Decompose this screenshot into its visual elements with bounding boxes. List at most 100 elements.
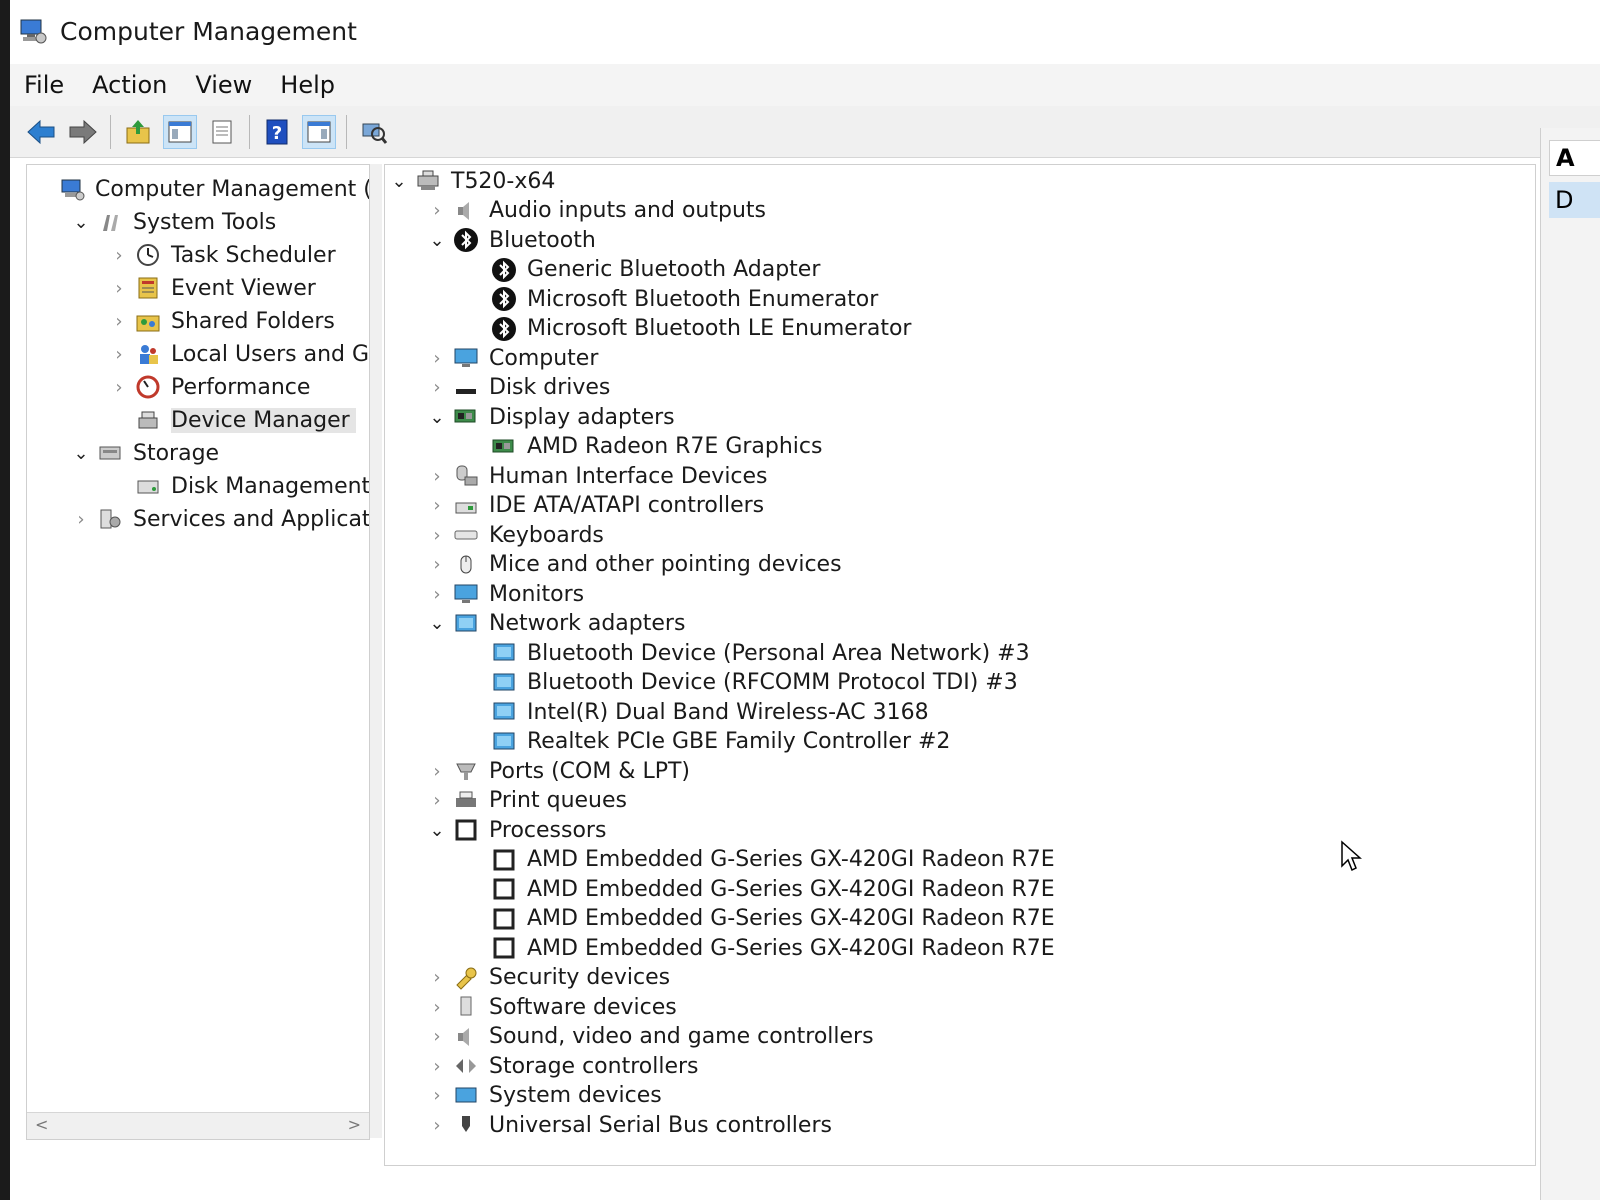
tree-item[interactable]: › Universal Serial Bus controllers — [427, 1109, 832, 1141]
tree-item[interactable]: › Event Viewer — [109, 272, 315, 304]
scroll-right-icon[interactable]: > — [348, 1115, 361, 1134]
chevron-right-icon[interactable]: › — [427, 554, 447, 575]
actions-item-device-manager[interactable]: D — [1549, 182, 1600, 218]
menu-action[interactable]: Action — [78, 71, 181, 99]
tree-item[interactable]: AMD Embedded G-Series GX-420GI Radeon R7… — [465, 844, 1055, 876]
tree-item[interactable]: Microsoft Bluetooth LE Enumerator — [465, 313, 911, 345]
tree-item[interactable]: › Task Scheduler — [109, 239, 335, 271]
chevron-down-icon[interactable]: ⌄ — [427, 613, 447, 634]
up-one-level-button[interactable] — [121, 115, 155, 149]
tree-item[interactable]: › Security devices — [427, 962, 670, 994]
tree-item[interactable]: › Mice and other pointing devices — [427, 549, 841, 581]
scroll-left-icon[interactable]: < — [35, 1115, 48, 1134]
chevron-right-icon[interactable]: › — [427, 1026, 447, 1047]
network-adapter-icon — [491, 640, 517, 666]
show-hide-action-pane-button[interactable] — [302, 114, 336, 149]
tree-item[interactable]: › Computer — [427, 342, 598, 374]
chevron-down-icon[interactable]: ⌄ — [427, 820, 447, 841]
tree-item[interactable]: › Storage controllers — [427, 1050, 698, 1082]
scan-hardware-changes-button[interactable] — [357, 115, 391, 149]
chevron-down-icon[interactable]: ⌄ — [427, 230, 447, 251]
tree-item[interactable]: Disk Management — [109, 470, 369, 502]
tree-item[interactable]: ⌄ T520-x64 — [389, 165, 555, 197]
back-button[interactable] — [24, 115, 58, 149]
forward-button[interactable] — [66, 115, 100, 149]
chevron-down-icon[interactable]: ⌄ — [71, 443, 91, 464]
properties-button[interactable] — [205, 115, 239, 149]
monitor-icon — [453, 345, 479, 371]
tree-item[interactable]: Generic Bluetooth Adapter — [465, 254, 820, 286]
tree-item[interactable]: Bluetooth Device (Personal Area Network)… — [465, 637, 1030, 669]
tree-item[interactable]: › Audio inputs and outputs — [427, 195, 766, 227]
chevron-right-icon[interactable]: › — [427, 584, 447, 605]
tree-item[interactable]: › Human Interface Devices — [427, 460, 767, 492]
tree-item[interactable]: Bluetooth Device (RFCOMM Protocol TDI) #… — [465, 667, 1018, 699]
tree-item[interactable]: › Sound, video and game controllers — [427, 1021, 873, 1053]
tree-item[interactable]: AMD Embedded G-Series GX-420GI Radeon R7… — [465, 932, 1055, 964]
chevron-right-icon[interactable]: › — [427, 1115, 447, 1136]
chevron-right-icon[interactable]: › — [109, 278, 129, 299]
menu-help[interactable]: Help — [266, 71, 349, 99]
system-device-icon — [453, 1083, 479, 1109]
chevron-right-icon[interactable]: › — [427, 967, 447, 988]
hid-icon — [453, 463, 479, 489]
chevron-right-icon[interactable]: › — [427, 466, 447, 487]
chevron-right-icon[interactable]: › — [109, 344, 129, 365]
tree-item[interactable]: AMD Embedded G-Series GX-420GI Radeon R7… — [465, 903, 1055, 935]
menu-view[interactable]: View — [181, 71, 266, 99]
show-hide-console-tree-button[interactable] — [163, 114, 197, 149]
chevron-right-icon[interactable]: › — [427, 790, 447, 811]
chevron-down-icon[interactable]: ⌄ — [427, 407, 447, 428]
tree-item[interactable]: › Software devices — [427, 991, 677, 1023]
tree-item[interactable]: › Shared Folders — [109, 305, 335, 337]
chevron-right-icon[interactable]: › — [427, 495, 447, 516]
chevron-right-icon[interactable]: › — [427, 200, 447, 221]
tree-item[interactable]: ⌄ System Tools — [71, 206, 276, 238]
tree-item[interactable]: ⌄ Display adapters — [427, 401, 674, 433]
tree-item[interactable]: ⌄ Processors — [427, 814, 606, 846]
tree-item[interactable]: ⌄ Bluetooth — [427, 224, 595, 256]
tree-item[interactable]: ⌄ Storage — [71, 437, 219, 469]
tree-item[interactable]: › Local Users and Groups — [109, 338, 370, 370]
horizontal-scrollbar[interactable]: < > — [27, 1112, 369, 1139]
tree-item[interactable]: › System devices — [427, 1080, 661, 1112]
chevron-right-icon[interactable]: › — [427, 1085, 447, 1106]
tree-item[interactable]: Intel(R) Dual Band Wireless-AC 3168 — [465, 696, 929, 728]
chevron-right-icon[interactable]: › — [109, 245, 129, 266]
tree-item[interactable]: AMD Embedded G-Series GX-420GI Radeon R7… — [465, 873, 1055, 905]
tree-item[interactable]: Realtek PCIe GBE Family Controller #2 — [465, 726, 950, 758]
tree-item[interactable]: › Monitors — [427, 578, 584, 610]
tree-item[interactable]: Microsoft Bluetooth Enumerator — [465, 283, 878, 315]
chevron-down-icon[interactable]: ⌄ — [389, 171, 409, 192]
tree-item[interactable]: › Ports (COM & LPT) — [427, 755, 690, 787]
tree-item[interactable]: Computer Management (Local — [33, 173, 369, 205]
chevron-right-icon[interactable]: › — [109, 377, 129, 398]
tree-item[interactable]: ⌄ Network adapters — [427, 608, 685, 640]
tree-item-label: T520-x64 — [451, 168, 556, 194]
tree-item-label: Software devices — [489, 994, 677, 1020]
tree-item[interactable]: › IDE ATA/ATAPI controllers — [427, 490, 764, 522]
show-hide-tree-icon — [168, 121, 192, 142]
chevron-right-icon[interactable]: › — [427, 997, 447, 1018]
tree-item[interactable]: › Disk drives — [427, 372, 610, 404]
tree-item[interactable]: Device Manager — [109, 404, 356, 436]
tree-item[interactable]: › Services and Applications — [71, 503, 369, 535]
chevron-right-icon[interactable]: › — [427, 348, 447, 369]
chevron-right-icon[interactable]: › — [109, 311, 129, 332]
tree-item[interactable]: › Performance — [109, 371, 310, 403]
chevron-right-icon[interactable]: › — [427, 761, 447, 782]
help-button[interactable]: ? — [260, 115, 294, 149]
tree-item-label: Local Users and Groups — [171, 341, 370, 367]
tree-item[interactable]: › Print queues — [427, 785, 627, 817]
tree-item[interactable]: AMD Radeon R7E Graphics — [465, 431, 822, 463]
clock-icon — [135, 242, 161, 268]
pane-splitter[interactable] — [370, 164, 382, 1138]
chevron-right-icon[interactable]: › — [71, 509, 91, 530]
chevron-down-icon[interactable]: ⌄ — [71, 212, 91, 233]
chevron-right-icon[interactable]: › — [427, 1056, 447, 1077]
chevron-right-icon[interactable]: › — [427, 377, 447, 398]
chevron-right-icon[interactable]: › — [427, 525, 447, 546]
menu-file[interactable]: File — [10, 71, 78, 99]
tree-item-label: Processors — [489, 817, 607, 843]
tree-item[interactable]: › Keyboards — [427, 519, 604, 551]
